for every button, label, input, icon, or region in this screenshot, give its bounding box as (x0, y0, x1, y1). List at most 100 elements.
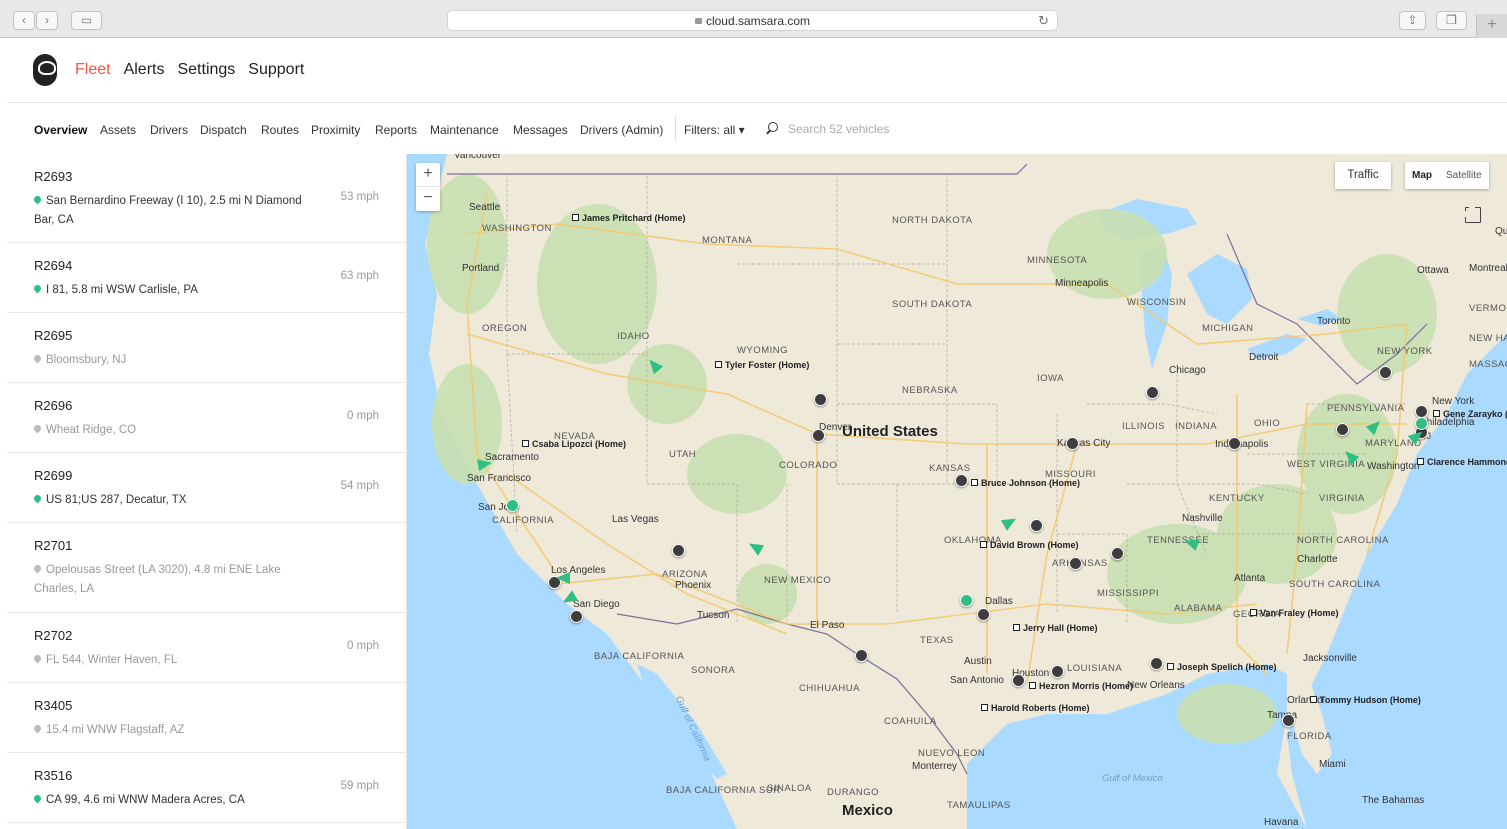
vehicle-marker[interactable] (1051, 665, 1064, 678)
vehicle-location: US 81;US 287, Decatur, TX (32, 491, 319, 510)
vehicle-name: R2699 (34, 468, 73, 483)
vehicle-marker-active[interactable] (960, 594, 973, 607)
state-label: SONORA (691, 665, 736, 676)
zoom-in-button[interactable]: + (416, 163, 440, 187)
vehicle-row[interactable]: R2695 Bloomsbury, NJ (7, 313, 406, 383)
vehicle-marker[interactable] (1066, 437, 1079, 450)
vehicle-speed: 63 mph (340, 270, 379, 282)
samsara-logo[interactable] (33, 54, 57, 86)
state-label: SINALOA (767, 783, 812, 794)
state-label: COAHUILA (884, 716, 937, 727)
fleet-map[interactable]: + − Traffic Map Satellite WASHINGTON MONT… (407, 154, 1507, 829)
back-button[interactable]: ‹ (13, 11, 35, 30)
city-label: New York (1432, 396, 1475, 407)
vehicle-marker[interactable] (955, 474, 968, 487)
nav-fleet[interactable]: Fleet (75, 61, 111, 78)
vehicle-marker[interactable] (1012, 674, 1025, 687)
city-label: Portland (462, 263, 500, 274)
location-pin-icon (32, 353, 43, 364)
tab-proximity[interactable]: Proximity (311, 123, 360, 137)
moving-vehicle-arrow-icon[interactable] (477, 456, 493, 472)
vehicle-list: R2693 San Bernardino Freeway (I 10), 2.5 … (7, 154, 407, 829)
vehicle-marker[interactable] (1150, 657, 1163, 670)
new-tab-icon[interactable]: + (1476, 14, 1507, 38)
tab-messages[interactable]: Messages (513, 123, 568, 137)
forward-button[interactable]: › (36, 11, 58, 30)
vehicle-marker-active[interactable] (506, 499, 519, 512)
vehicle-row[interactable]: R3516 CA 99, 4.6 mi WNW Madera Acres, CA 5… (7, 753, 406, 823)
tab-maintenance[interactable]: Maintenance (430, 123, 499, 137)
tabs-overview-icon[interactable]: ❐ (1436, 11, 1467, 30)
moving-vehicle-arrow-icon[interactable] (556, 572, 570, 584)
city-label: Atlanta (1234, 573, 1266, 584)
vehicle-row[interactable]: R2694 I 81, 5.8 mi WSW Carlisle, PA 63 mph (7, 243, 406, 313)
state-label: MICHIGAN (1202, 323, 1254, 334)
vehicle-row[interactable]: R2702 FL 544, Winter Haven, FL 0 mph (7, 613, 406, 683)
vehicle-marker[interactable] (1379, 366, 1392, 379)
vehicle-marker[interactable] (814, 393, 827, 406)
vehicle-row[interactable]: R3405 15.4 mi WNW Flagstaff, AZ (7, 683, 406, 753)
vehicle-marker[interactable] (1069, 557, 1082, 570)
fullscreen-icon[interactable] (1464, 206, 1481, 223)
vehicle-marker[interactable] (1282, 714, 1295, 727)
search-input[interactable]: Search 52 vehicles (788, 122, 889, 136)
city-label: Jacksonville (1303, 653, 1357, 664)
tab-overview[interactable]: Overview (34, 123, 87, 137)
map-type-map[interactable]: Map (1412, 162, 1432, 189)
map-base (407, 154, 1507, 829)
tab-reports[interactable]: Reports (375, 123, 417, 137)
vehicle-location: Opelousas Street (LA 3020), 4.8 mi ENE L… (32, 563, 281, 595)
vehicle-location: I 81, 5.8 mi WSW Carlisle, PA (32, 281, 319, 300)
state-label: WASHINGTON (482, 223, 552, 234)
home-marker-label: Csaba Lipozci (Home) (522, 439, 626, 449)
nav-settings[interactable]: Settings (177, 61, 235, 78)
vehicle-marker[interactable] (570, 610, 583, 623)
traffic-button[interactable]: Traffic (1335, 162, 1391, 189)
tab-dispatch[interactable]: Dispatch (200, 123, 247, 137)
lock-icon (694, 18, 702, 24)
nav-alerts[interactable]: Alerts (124, 61, 165, 78)
tab-routes[interactable]: Routes (261, 123, 299, 137)
state-label: IDAHO (617, 331, 650, 342)
vehicle-marker[interactable] (855, 649, 868, 662)
state-label: MINNESOTA (1027, 255, 1088, 266)
vehicle-row[interactable]: R2701 Opelousas Street (LA 3020), 4.8 mi … (7, 523, 406, 613)
sidebar-toggle-icon[interactable]: ▭ (71, 11, 102, 30)
vehicle-row[interactable]: R2693 San Bernardino Freeway (I 10), 2.5 … (7, 154, 406, 243)
vehicle-row[interactable]: R2696 Wheat Ridge, CO 0 mph (7, 383, 406, 453)
address-bar[interactable]: cloud.samsara.com ↻ (447, 10, 1058, 31)
vehicle-search[interactable]: Search 52 vehicles (768, 121, 1008, 139)
state-label: CALIFORNIA (492, 515, 555, 526)
city-label: Nashville (1182, 513, 1223, 524)
state-label: INDIANA (1175, 421, 1218, 432)
vehicle-marker[interactable] (1336, 423, 1349, 436)
vehicle-marker[interactable] (672, 544, 685, 557)
nav-support[interactable]: Support (248, 61, 304, 78)
tab-drivers-admin[interactable]: Drivers (Admin) (580, 123, 663, 137)
tab-drivers[interactable]: Drivers (150, 123, 188, 137)
vehicle-marker[interactable] (977, 608, 990, 621)
city-label: Toronto (1317, 316, 1351, 327)
main-nav: Fleet Alerts Settings Support (75, 61, 317, 79)
state-label: NEW MEXICO (764, 575, 832, 586)
reload-icon[interactable]: ↻ (1038, 11, 1049, 31)
city-label: Tucson (697, 610, 730, 621)
vehicle-row[interactable]: R2699 US 81;US 287, Decatur, TX 54 mph (7, 453, 406, 523)
vehicle-location: FL 544, Winter Haven, FL (32, 651, 319, 670)
state-label: WISCONSIN (1127, 297, 1187, 308)
vehicle-marker[interactable] (1111, 547, 1124, 560)
zoom-out-button[interactable]: − (416, 187, 440, 211)
vehicle-name: R3516 (34, 768, 73, 783)
filters-dropdown[interactable]: Filters: all ▾ (684, 123, 745, 137)
state-label: KANSAS (929, 463, 971, 474)
vehicle-marker[interactable] (1146, 386, 1159, 399)
share-icon[interactable]: ⇪ (1399, 11, 1426, 30)
vehicle-location: Wheat Ridge, CO (32, 421, 319, 440)
tab-assets[interactable]: Assets (100, 123, 136, 137)
map-type-satellite[interactable]: Satellite (1446, 162, 1482, 189)
vehicle-location: CA 99, 4.6 mi WNW Madera Acres, CA (32, 791, 319, 810)
state-label: ARIZONA (662, 569, 708, 580)
vehicle-marker[interactable] (812, 429, 825, 442)
vehicle-marker[interactable] (1030, 519, 1043, 532)
vehicle-marker[interactable] (1228, 437, 1241, 450)
